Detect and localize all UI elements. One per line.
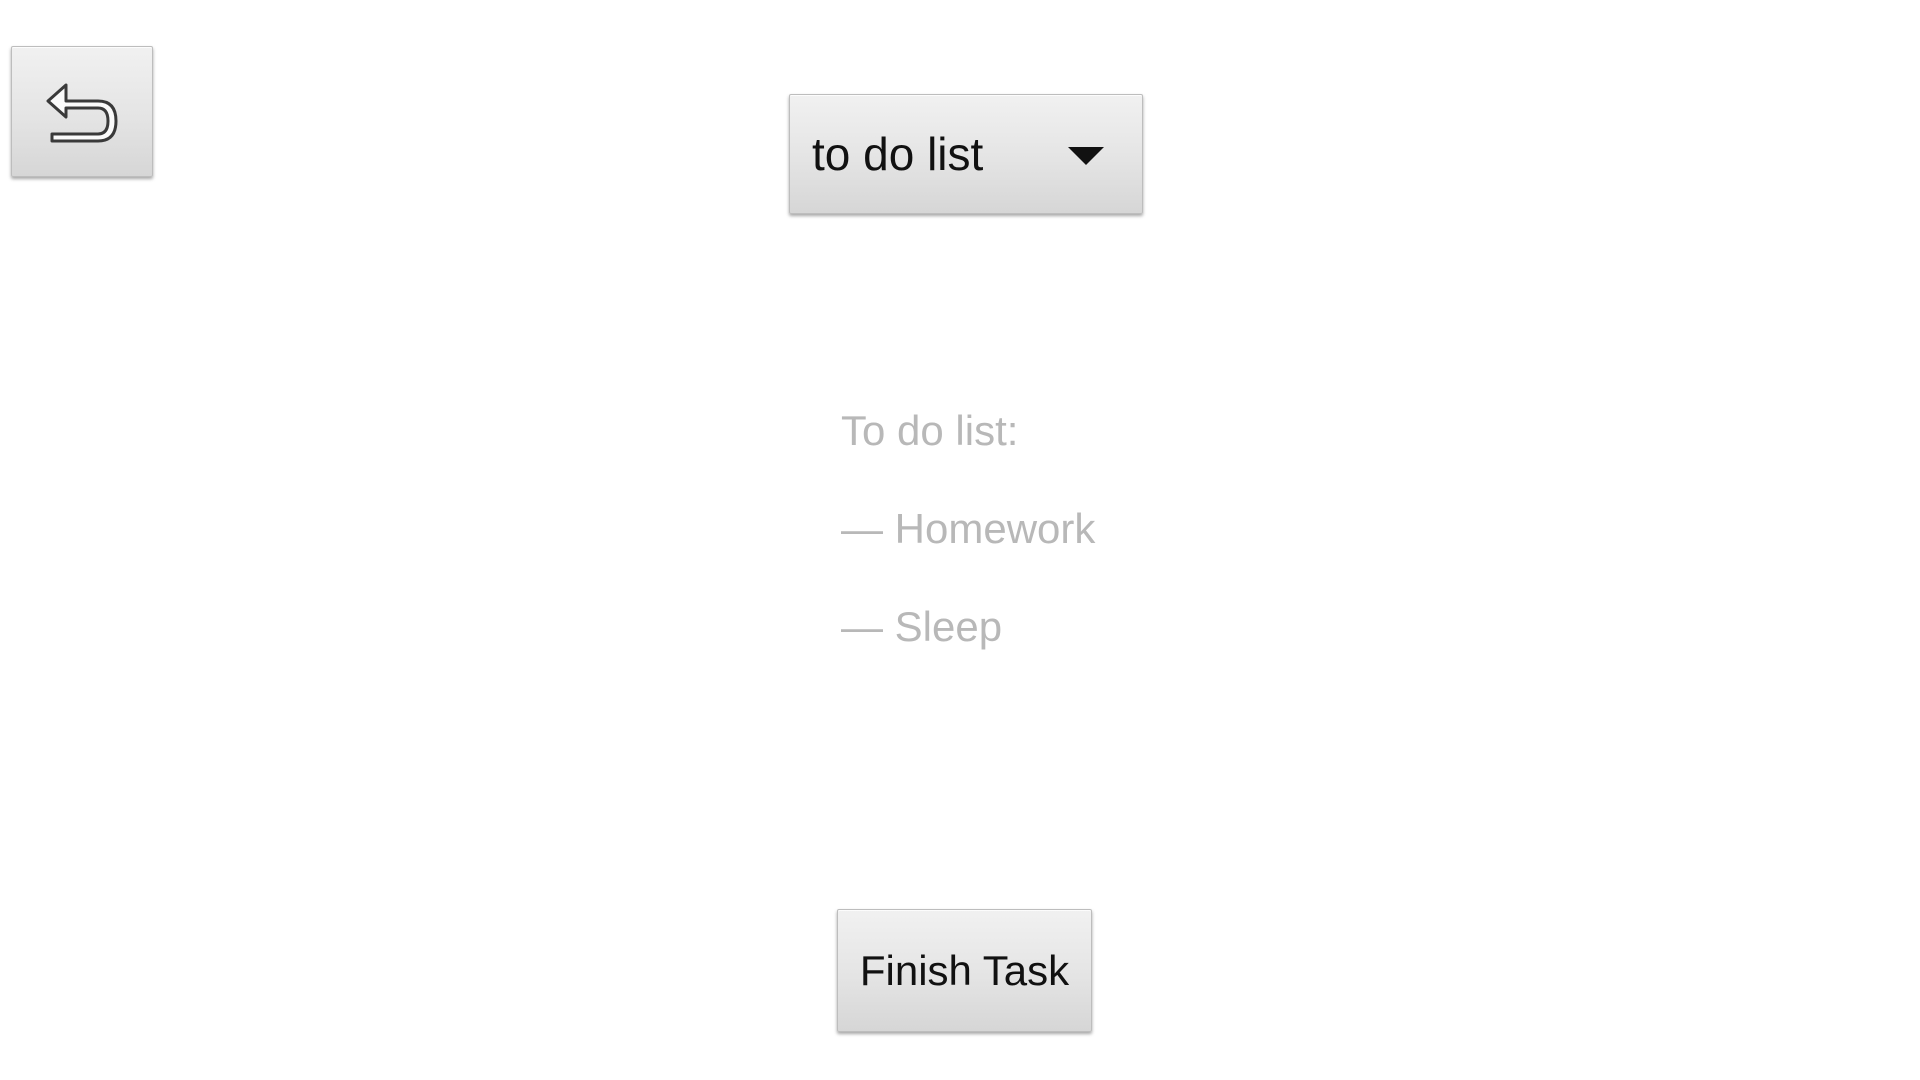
task-list-heading: To do list: <box>841 407 1019 454</box>
list-selector-dropdown[interactable]: to do list <box>789 94 1143 214</box>
finish-task-button[interactable]: Finish Task <box>837 909 1092 1032</box>
list-item: — Sleep <box>841 603 1003 650</box>
undo-arrow-icon <box>42 77 122 147</box>
list-selector-value: to do list <box>812 128 984 180</box>
back-button[interactable] <box>11 46 153 177</box>
chevron-down-icon <box>1068 147 1104 165</box>
app-screen: to do list To do list: — Homework — Slee… <box>0 0 1920 1080</box>
list-item: — Homework <box>841 505 1096 552</box>
task-list: To do list: — Homework — Sleep <box>841 382 1095 676</box>
